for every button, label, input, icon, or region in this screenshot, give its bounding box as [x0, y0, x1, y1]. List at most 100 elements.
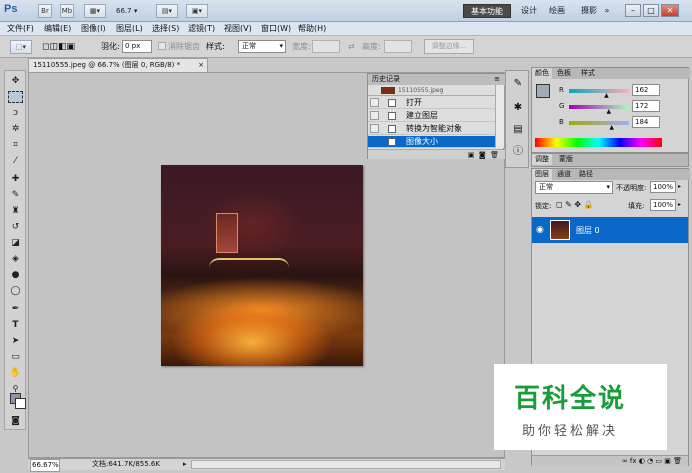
height-input[interactable] [384, 40, 412, 53]
tab-color[interactable]: 颜色 [532, 68, 552, 79]
blue-slider[interactable]: ▲ [569, 121, 629, 131]
hand-tool-icon[interactable]: ✋ [8, 367, 23, 379]
status-zoom-field[interactable]: 66.67% [30, 459, 60, 472]
menu-window[interactable]: 窗口(W) [261, 23, 291, 35]
magic-wand-tool-icon[interactable]: ✲ [8, 123, 23, 135]
eye-icon[interactable]: ◉ [536, 225, 544, 235]
type-tool-icon[interactable]: T [8, 319, 23, 331]
mini-bridge-button[interactable]: Mb [60, 4, 74, 18]
slider-thumb[interactable]: ▲ [604, 92, 609, 99]
brush-settings-icon[interactable]: ✱ [511, 101, 525, 115]
tab-channels[interactable]: 通道 [554, 169, 574, 180]
swap-icon[interactable]: ⇄ [348, 42, 355, 52]
crop-tool-icon[interactable]: ⌗ [8, 139, 23, 151]
color-spectrum-bar[interactable] [535, 138, 662, 147]
menu-file[interactable]: 文件(F) [7, 23, 34, 35]
color-foreground-swatch[interactable] [536, 84, 550, 98]
layer-row[interactable]: ◉ 图层 0 [532, 217, 688, 243]
new-document-icon[interactable]: ▣ [468, 151, 475, 159]
history-item[interactable]: 转换为智能对象 [368, 123, 495, 135]
tab-styles[interactable]: 样式 [578, 68, 598, 79]
menu-help[interactable]: 帮助(H) [298, 23, 326, 35]
selection-mode-buttons[interactable]: ◻◫◧▣ [42, 41, 94, 53]
workspace-photography[interactable]: 摄影 [578, 4, 600, 18]
opacity-input[interactable]: 100% [650, 181, 676, 193]
history-source-checkbox[interactable] [370, 111, 379, 120]
zoom-level-dropdown[interactable]: 66.7 ▾ [116, 4, 152, 18]
menu-image[interactable]: 图像(I) [81, 23, 106, 35]
blur-tool-icon[interactable]: ● [8, 269, 23, 281]
menu-filter[interactable]: 滤镜(T) [188, 23, 215, 35]
tab-paths[interactable]: 路径 [576, 169, 596, 180]
style-select[interactable]: 正常 ▾ [238, 40, 286, 53]
more-workspaces-button[interactable]: » [602, 4, 612, 18]
background-color-swatch[interactable] [15, 398, 26, 409]
arrange-documents-button[interactable]: ▤▾ [156, 4, 178, 18]
menu-layer[interactable]: 图层(L) [116, 23, 143, 35]
history-item[interactable]: 建立图层 [368, 110, 495, 122]
canvas-image[interactable] [161, 165, 363, 366]
green-value[interactable]: 172 [632, 100, 660, 112]
marquee-tool-icon[interactable] [8, 91, 23, 103]
fill-arrow-icon[interactable]: ▸ [678, 201, 681, 208]
info-icon[interactable]: ⓘ [511, 145, 525, 159]
tool-preset-picker[interactable]: ⬚▾ [10, 40, 32, 54]
maximize-button[interactable]: □ [643, 4, 659, 17]
close-icon[interactable]: × [198, 59, 204, 72]
refine-edge-button[interactable]: 调整边缘... [424, 39, 474, 54]
slider-thumb[interactable]: ▲ [607, 108, 612, 115]
antialias-checkbox[interactable] [158, 42, 166, 50]
path-selection-tool-icon[interactable]: ➤ [8, 335, 23, 347]
tab-masks[interactable]: 蒙版 [556, 154, 576, 165]
history-scrollbar[interactable] [495, 85, 504, 148]
clone-stamp-tool-icon[interactable]: ♜ [8, 205, 23, 217]
layer-footer-icons[interactable]: ∞ fx ◐ ◔ ▭ ▣ 🗑 [622, 456, 682, 467]
shape-tool-icon[interactable]: ▭ [8, 351, 23, 363]
healing-brush-tool-icon[interactable]: ✚ [8, 173, 23, 185]
feather-input[interactable]: 0 px [122, 40, 152, 53]
lock-icons[interactable]: ◻ ✎ ✥ 🔒 [556, 200, 594, 209]
workspace-design[interactable]: 设计 [516, 4, 542, 18]
pen-tool-icon[interactable]: ✒ [8, 303, 23, 315]
menu-view[interactable]: 视图(V) [224, 23, 252, 35]
tab-swatches[interactable]: 色板 [554, 68, 574, 79]
clone-source-icon[interactable]: ▤ [511, 123, 525, 137]
move-tool-icon[interactable]: ✥ [8, 75, 23, 87]
blend-mode-select[interactable]: 正常 ▾ [535, 181, 613, 194]
eraser-tool-icon[interactable]: ◪ [8, 237, 23, 249]
minimize-button[interactable]: – [625, 4, 641, 17]
workspace-essentials[interactable]: 基本功能 [463, 4, 511, 18]
screen-mode-button[interactable]: ▣▾ [186, 4, 208, 18]
history-tab[interactable]: 历史记录 [368, 74, 505, 85]
tool-presets-icon[interactable]: ✎ [511, 77, 525, 91]
close-button[interactable]: ✕ [661, 4, 679, 17]
paint-bucket-tool-icon[interactable]: ◈ [8, 253, 23, 265]
history-source-checkbox[interactable] [370, 137, 379, 146]
blue-value[interactable]: 184 [632, 116, 660, 128]
history-item[interactable]: 打开 [368, 97, 495, 109]
history-source-checkbox[interactable] [370, 98, 379, 107]
slider-thumb[interactable]: ▲ [609, 124, 614, 131]
green-slider[interactable]: ▲ [569, 105, 629, 115]
horizontal-scrollbar[interactable] [191, 460, 501, 469]
tab-layers[interactable]: 图层 [532, 169, 552, 180]
lasso-tool-icon[interactable]: ↄ [8, 107, 23, 119]
menu-select[interactable]: 选择(S) [152, 23, 179, 35]
history-snapshot-row[interactable]: 15110555.jpeg [368, 85, 495, 96]
fill-input[interactable]: 100% [650, 199, 676, 211]
history-item-selected[interactable]: 图像大小 [368, 136, 495, 148]
history-source-checkbox[interactable] [370, 124, 379, 133]
menu-edit[interactable]: 编辑(E) [44, 23, 71, 35]
quick-mask-icon[interactable]: ◙ [8, 415, 23, 427]
opacity-arrow-icon[interactable]: ▸ [678, 183, 681, 190]
red-value[interactable]: 162 [632, 84, 660, 96]
history-brush-tool-icon[interactable]: ↺ [8, 221, 23, 233]
eyedropper-tool-icon[interactable]: ⁄ [8, 155, 23, 167]
status-menu-arrow-icon[interactable]: ▸ [183, 459, 187, 470]
dodge-tool-icon[interactable]: ◯ [8, 285, 23, 297]
camera-icon[interactable]: ◙ [479, 151, 486, 159]
bridge-button[interactable]: Br [38, 4, 52, 18]
tab-adjustments[interactable]: 调整 [532, 154, 552, 165]
width-input[interactable] [312, 40, 340, 53]
workspace-painting[interactable]: 绘画 [545, 4, 569, 18]
